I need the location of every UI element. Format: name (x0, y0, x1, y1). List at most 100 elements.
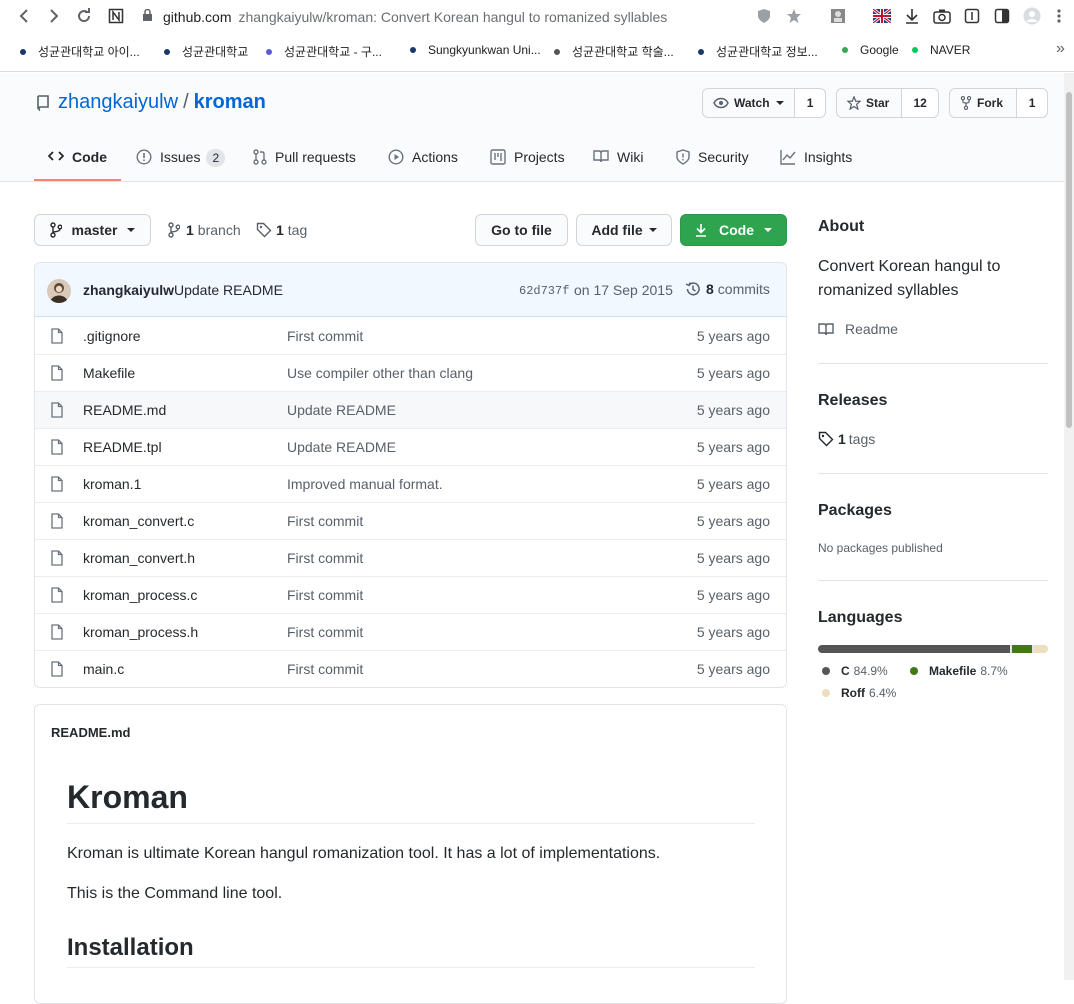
download-icon[interactable] (902, 6, 922, 26)
file-commit-message-link[interactable]: Improved manual format. (287, 476, 443, 492)
book-icon (593, 149, 609, 166)
file-commit-message-link[interactable]: Update README (287, 402, 396, 418)
tab-code[interactable]: Code (34, 141, 121, 181)
file-name-link[interactable]: README.md (83, 402, 166, 418)
tag-icon (818, 431, 834, 447)
file-row[interactable]: kroman_convert.h First commit 5 years ago (35, 539, 786, 576)
file-name-link[interactable]: Makefile (83, 365, 135, 381)
account-avatar-icon[interactable] (1022, 6, 1042, 26)
forward-icon[interactable] (42, 4, 66, 28)
bookmark-item[interactable]: Google (842, 43, 899, 57)
bookmark-item[interactable]: 성균관대학교 아이... (20, 43, 140, 60)
file-name-link[interactable]: kroman_convert.c (83, 513, 194, 529)
file-row[interactable]: .gitignore First commit 5 years ago (35, 317, 786, 354)
shield-extension-icon[interactable] (754, 6, 774, 26)
bookmark-item[interactable]: 성균관대학교 정보... (698, 43, 818, 60)
file-commit-message-link[interactable]: First commit (287, 624, 363, 640)
tab-actions[interactable]: Actions (388, 141, 458, 181)
file-row[interactable]: main.c First commit 5 years ago (35, 650, 786, 687)
file-row[interactable]: Makefile Use compiler other than clang 5 y… (35, 354, 786, 391)
star-button[interactable]: Star (837, 89, 903, 117)
bookmark-item[interactable]: 성균관대학교 (164, 43, 248, 60)
profile-extension-icon[interactable] (828, 6, 848, 26)
file-row[interactable]: README.md Update README 5 years ago (35, 391, 786, 428)
branch-select-button[interactable]: master (34, 214, 151, 246)
file-icon (51, 327, 65, 344)
releases-title[interactable]: Releases (818, 392, 887, 410)
packages-title[interactable]: Packages (818, 502, 892, 520)
file-commit-message-link[interactable]: First commit (287, 513, 363, 529)
file-row[interactable]: kroman_process.c First commit 5 years ago (35, 576, 786, 613)
language-dot (822, 667, 830, 675)
menu-dots-icon[interactable] (1052, 6, 1066, 26)
repo-title: zhangkaiyulw / kroman (36, 91, 266, 114)
go-to-file-button[interactable]: Go to file (475, 214, 568, 246)
file-commit-message-link[interactable]: First commit (287, 661, 363, 677)
file-commit-message-link[interactable]: First commit (287, 550, 363, 566)
tab-projects[interactable]: Projects (490, 141, 565, 181)
file-name-link[interactable]: kroman_process.h (83, 624, 198, 640)
flag-extension-icon[interactable] (872, 6, 892, 26)
commit-message[interactable]: Update README (174, 282, 283, 298)
about-description: Convert Korean hangul to romanized sylla… (818, 258, 1001, 299)
repo-name-link[interactable]: kroman (194, 91, 266, 114)
file-row[interactable]: README.tpl Update README 5 years ago (35, 428, 786, 465)
notion-icon[interactable] (104, 4, 128, 28)
star-count[interactable]: 12 (902, 89, 938, 117)
watch-count[interactable]: 1 (795, 89, 825, 117)
file-age: 5 years ago (696, 365, 770, 381)
readme-subheading: Installation (67, 933, 755, 968)
commit-sha[interactable]: 62d737f (519, 284, 569, 298)
bookmark-item[interactable]: 성균관대학교 학술... (554, 43, 674, 60)
file-name-link[interactable]: README.tpl (83, 439, 162, 455)
tab-security[interactable]: Security (676, 141, 749, 181)
file-commit-message-link[interactable]: First commit (287, 328, 363, 344)
tab-wiki[interactable]: Wiki (593, 141, 643, 181)
reader-extension-icon[interactable] (962, 6, 982, 26)
readme-link[interactable]: Readme (818, 321, 898, 337)
bookmark-item[interactable]: NAVER (912, 43, 970, 57)
file-commit-message-link[interactable]: First commit (287, 587, 363, 603)
language-legend-item[interactable]: C 84.9% (822, 664, 888, 678)
code-download-button[interactable]: Code (680, 214, 787, 246)
star-bookmark-icon[interactable] (784, 6, 804, 26)
language-legend-item[interactable]: Roff 6.4% (822, 686, 896, 700)
scrollbar-thumb[interactable] (1066, 92, 1072, 428)
tab-pull-requests[interactable]: Pull requests (253, 141, 356, 181)
file-name-link[interactable]: kroman_convert.h (83, 550, 195, 566)
commit-author[interactable]: zhangkaiyulw (83, 282, 174, 298)
reload-icon[interactable] (72, 4, 96, 28)
readme-paragraph: Kroman is ultimate Korean hangul romaniz… (67, 845, 661, 862)
file-name-link[interactable]: kroman.1 (83, 476, 141, 492)
file-name-link[interactable]: main.c (83, 661, 124, 677)
sidebar-toggle-icon[interactable] (992, 6, 1012, 26)
repo-owner-link[interactable]: zhangkaiyulw (58, 91, 178, 114)
tags-link[interactable]: 1 tag (256, 222, 307, 238)
watch-button[interactable]: Watch (703, 89, 796, 117)
tab-insights[interactable]: Insights (780, 141, 852, 181)
camera-icon[interactable] (932, 6, 952, 26)
file-commit-message-link[interactable]: Use compiler other than clang (287, 365, 473, 381)
file-row[interactable]: kroman.1 Improved manual format. 5 years a… (35, 465, 786, 502)
add-file-button[interactable]: Add file (576, 214, 672, 246)
fork-count[interactable]: 1 (1017, 89, 1047, 117)
language-bar-segment (1011, 645, 1032, 653)
bookmark-favicon-icon (554, 48, 560, 55)
sidebar-tags-link[interactable]: 1 tags (818, 431, 875, 447)
file-commit-message-link[interactable]: Update README (287, 439, 396, 455)
commits-link[interactable]: 8 commits (685, 281, 770, 297)
file-row[interactable]: kroman_process.h First commit 5 years ago (35, 613, 786, 650)
fork-button[interactable]: Fork (950, 89, 1018, 117)
back-icon[interactable] (12, 4, 36, 28)
file-row[interactable]: kroman_convert.c First commit 5 years ago (35, 502, 786, 539)
bookmark-item[interactable]: 성균관대학교 - 구... (266, 43, 382, 60)
branches-link[interactable]: 1 branch (168, 222, 241, 238)
bookmark-item[interactable]: Sungkyunkwan Uni... (410, 43, 541, 57)
address-bar[interactable]: github.com zhangkaiyulw/kroman: Convert … (142, 4, 818, 30)
file-name-link[interactable]: kroman_process.c (83, 587, 197, 603)
tab-issues[interactable]: Issues 2 (136, 141, 226, 181)
avatar[interactable] (47, 279, 71, 303)
file-name-link[interactable]: .gitignore (83, 328, 141, 344)
bookmarks-overflow-button[interactable]: » (1056, 40, 1065, 58)
language-legend-item[interactable]: Makefile 8.7% (910, 664, 1008, 678)
